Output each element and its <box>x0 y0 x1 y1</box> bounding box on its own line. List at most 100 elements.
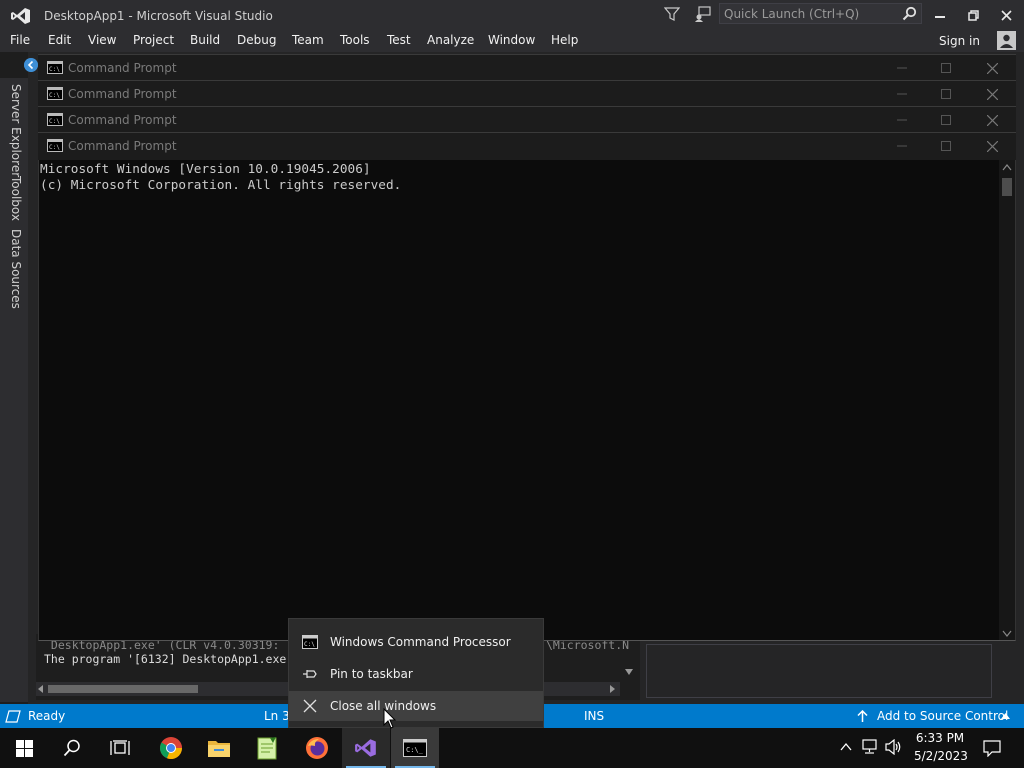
notification-filter-icon[interactable] <box>664 5 680 23</box>
menu-edit[interactable]: Edit <box>48 33 71 47</box>
search-icon <box>63 739 80 757</box>
clock-date[interactable]: 5/2/2023 <box>914 749 968 763</box>
menu-build[interactable]: Build <box>190 33 220 47</box>
pin-icon <box>303 670 317 678</box>
console-line: (c) Microsoft Corporation. All rights re… <box>40 177 402 192</box>
volume-icon[interactable] <box>885 739 903 755</box>
cmd-close-button[interactable] <box>984 60 1000 76</box>
menu-analyze[interactable]: Analyze <box>427 33 474 47</box>
tab-data-sources[interactable]: Data Sources <box>9 229 23 309</box>
sign-in-link[interactable]: Sign in <box>939 34 980 48</box>
cmd-minimize-button[interactable] <box>894 112 910 128</box>
taskbar-file-explorer[interactable] <box>195 728 243 768</box>
minimize-button[interactable] <box>924 0 956 30</box>
cmd-window-titlebar[interactable]: C:\ Command Prompt <box>38 54 1016 80</box>
cmd-window-title: Command Prompt <box>68 61 177 75</box>
cmd-window-titlebar[interactable]: C:\ Command Prompt <box>38 80 1016 106</box>
output-scroll-down-icon[interactable] <box>624 668 634 676</box>
jumplist-item-windows-command-processor[interactable]: C:\ Windows Command Processor <box>289 627 543 657</box>
jumplist-item-close-all-windows[interactable]: Close all windows <box>289 691 543 721</box>
quick-launch-input[interactable] <box>724 5 900 22</box>
jumplist-item-pin-to-taskbar[interactable]: Pin to taskbar <box>289 659 543 689</box>
taskbar-chrome[interactable] <box>147 728 195 768</box>
cmd-maximize-button[interactable] <box>938 60 954 76</box>
cmd-window-title: Command Prompt <box>68 87 177 101</box>
cmd-close-button[interactable] <box>984 138 1000 154</box>
caret-up-icon[interactable] <box>1001 713 1010 719</box>
cmd-maximize-button[interactable] <box>938 86 954 102</box>
minimize-icon <box>897 119 907 121</box>
close-window-button[interactable] <box>990 0 1022 30</box>
menu-file[interactable]: File <box>10 33 30 47</box>
menu-view[interactable]: View <box>88 33 116 47</box>
feedback-icon[interactable] <box>694 5 712 23</box>
add-to-source-control-button[interactable]: Add to Source Control <box>877 709 1008 723</box>
scroll-left-icon[interactable] <box>37 685 45 693</box>
action-center-icon[interactable] <box>983 740 1001 757</box>
cmd-minimize-button[interactable] <box>894 138 910 154</box>
search-icon[interactable] <box>902 6 917 21</box>
minimize-icon <box>897 93 907 95</box>
menu-tools[interactable]: Tools <box>340 33 370 47</box>
cmd-close-button[interactable] <box>984 112 1000 128</box>
navigate-back-icon[interactable] <box>24 58 38 72</box>
task-view-button[interactable] <box>96 728 144 768</box>
svg-text:C:\: C:\ <box>49 144 60 151</box>
svg-text:C:\: C:\ <box>49 66 60 73</box>
visual-studio-icon <box>355 739 376 757</box>
cmd-window-titlebar[interactable]: C:\ Command Prompt <box>38 106 1016 132</box>
cmd-minimize-button[interactable] <box>894 60 910 76</box>
cmd-icon: C:\ <box>302 635 318 649</box>
account-icon[interactable] <box>997 31 1016 50</box>
tab-toolbox[interactable]: Toolbox <box>9 176 23 221</box>
window-title: DesktopApp1 - Microsoft Visual Studio <box>44 9 273 23</box>
cmd-maximize-button[interactable] <box>938 138 954 154</box>
maximize-icon <box>941 115 951 125</box>
notepad-icon <box>257 737 277 760</box>
windows-logo-icon <box>15 739 33 757</box>
cmd-icon: C:\ <box>47 113 63 126</box>
svg-text:C:\: C:\ <box>304 641 315 648</box>
scroll-up-icon[interactable] <box>1002 163 1012 171</box>
cmd-window-titlebar[interactable]: C:\ Command Prompt <box>38 132 1016 160</box>
cmd-close-button[interactable] <box>984 86 1000 102</box>
taskbar-command-prompt[interactable]: C:\_ <box>391 728 439 768</box>
tab-server-explorer[interactable]: Server Explorer <box>9 84 23 177</box>
search-button[interactable] <box>48 728 96 768</box>
taskbar-visual-studio[interactable] <box>342 728 390 768</box>
console-vertical-scrollbar[interactable] <box>999 160 1015 640</box>
scrollbar-thumb[interactable] <box>1002 178 1012 196</box>
menu-help[interactable]: Help <box>551 33 578 47</box>
cmd-window-title: Command Prompt <box>68 139 177 153</box>
close-icon <box>1000 9 1012 21</box>
taskbar-notepad-plus[interactable] <box>243 728 291 768</box>
menu-project[interactable]: Project <box>133 33 174 47</box>
cmd-icon: C:\ <box>47 61 63 74</box>
svg-text:C:\: C:\ <box>49 118 60 125</box>
start-button[interactable] <box>0 728 48 768</box>
scroll-right-icon[interactable] <box>608 685 616 693</box>
scrollbar-thumb[interactable] <box>48 685 198 693</box>
network-icon[interactable] <box>862 739 880 755</box>
menu-debug[interactable]: Debug <box>237 33 276 47</box>
maximize-icon <box>941 141 951 151</box>
close-icon <box>986 88 998 100</box>
show-hidden-icons-icon[interactable] <box>840 742 852 752</box>
cmd-minimize-button[interactable] <box>894 86 910 102</box>
quick-launch-box[interactable] <box>719 3 922 24</box>
ready-status-icon <box>5 710 21 723</box>
menu-team[interactable]: Team <box>292 33 324 47</box>
console-output-area[interactable]: Microsoft Windows [Version 10.0.19045.20… <box>38 160 1016 641</box>
svg-text:C:\: C:\ <box>49 92 60 99</box>
menu-window[interactable]: Window <box>488 33 535 47</box>
menu-test[interactable]: Test <box>387 33 411 47</box>
firefox-icon <box>306 737 328 759</box>
cmd-icon: C:\ <box>47 139 63 152</box>
taskbar-firefox[interactable] <box>293 728 341 768</box>
scroll-down-icon[interactable] <box>1002 628 1012 638</box>
status-insert-mode: INS <box>584 709 605 723</box>
restore-button[interactable] <box>957 0 989 30</box>
cmd-maximize-button[interactable] <box>938 112 954 128</box>
clock-time[interactable]: 6:33 PM <box>914 731 966 745</box>
taskbar-jump-list: C:\ Windows Command Processor Pin to tas… <box>288 618 544 728</box>
